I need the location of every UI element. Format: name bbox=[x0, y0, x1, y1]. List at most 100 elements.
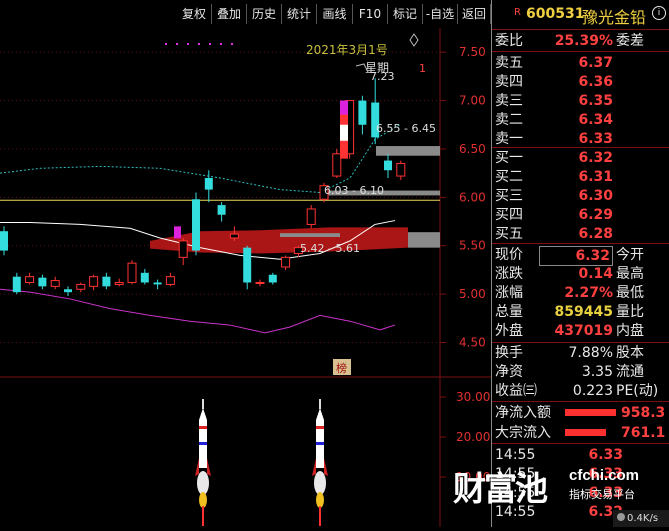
history-button[interactable]: 历史 bbox=[247, 4, 282, 24]
fund-flow-value: 958.3 bbox=[621, 405, 666, 421]
net-speed: 0.4K/s bbox=[613, 510, 669, 527]
highlight-candle-mid bbox=[340, 124, 348, 141]
stat-label-2: 内盘 bbox=[616, 323, 644, 339]
candle-body bbox=[268, 274, 277, 283]
overlay-button[interactable]: 叠加 bbox=[212, 4, 247, 24]
fund-flow-value: 761.1 bbox=[621, 425, 666, 441]
fundamental-value: 7.88% bbox=[568, 345, 613, 361]
draw-line-button[interactable]: 画线 bbox=[317, 4, 353, 24]
stat-label: 涨跌 bbox=[495, 266, 523, 282]
stat-row: 现价 6.32 今开 bbox=[495, 246, 669, 266]
bid-row[interactable]: 买四 6.29 bbox=[495, 206, 669, 224]
bid-price: 6.31 bbox=[578, 169, 613, 185]
bid-price: 6.29 bbox=[578, 207, 613, 223]
stat-label: 现价 bbox=[495, 247, 523, 263]
f10-button[interactable]: F10 bbox=[353, 4, 388, 24]
fundamental-value: 3.35 bbox=[581, 364, 613, 380]
bid-price: 6.28 bbox=[578, 226, 613, 242]
fundamental-label: 换手 bbox=[495, 345, 523, 361]
fund-flow-bar bbox=[565, 429, 606, 436]
divider bbox=[492, 342, 669, 343]
indicator-cloud-band bbox=[150, 227, 408, 254]
stat-value: 2.27% bbox=[564, 285, 613, 301]
indicator-gray-block bbox=[408, 232, 440, 248]
ask-row[interactable]: 卖三 6.35 bbox=[495, 92, 669, 110]
bid-row[interactable]: 买三 6.30 bbox=[495, 187, 669, 205]
candle-body bbox=[243, 247, 252, 283]
date-annotation: 2021年3月1号 bbox=[306, 43, 388, 57]
bid-label: 买五 bbox=[495, 226, 523, 242]
fundamental-row: 净资 3.35 流通 bbox=[495, 363, 669, 381]
candle-body bbox=[127, 262, 137, 283]
rights-badge: R bbox=[514, 7, 521, 18]
stat-label-2: 最高 bbox=[616, 266, 644, 282]
candle-body bbox=[358, 100, 367, 125]
fundamental-label-2: PE(动) bbox=[616, 383, 659, 399]
ask-price: 6.34 bbox=[578, 112, 613, 128]
candle-body bbox=[50, 280, 60, 287]
ask-row[interactable]: 卖二 6.34 bbox=[495, 111, 669, 129]
info-icon[interactable]: i bbox=[652, 6, 666, 20]
candle-body bbox=[204, 177, 213, 190]
fund-flow-label: 净流入额 bbox=[495, 405, 551, 421]
stat-value: 6.32 bbox=[539, 246, 613, 266]
candle-body bbox=[332, 153, 342, 177]
watermark-brand: 财富池 bbox=[453, 470, 548, 507]
price-axis-label: 6.00 bbox=[459, 190, 486, 204]
ask-price: 6.36 bbox=[578, 74, 613, 90]
candle-body bbox=[384, 160, 392, 171]
ask-label: 卖一 bbox=[495, 131, 523, 147]
ask-row[interactable]: 卖四 6.36 bbox=[495, 73, 669, 91]
magenta-line bbox=[0, 288, 396, 334]
bid-price: 6.32 bbox=[578, 150, 613, 166]
remove-watchlist-button[interactable]: -自选 bbox=[423, 4, 458, 24]
mark-button[interactable]: 标记 bbox=[388, 4, 423, 24]
weekday-value: 1 bbox=[419, 62, 426, 75]
ask-row[interactable]: 卖一 6.33 bbox=[495, 130, 669, 148]
stat-label-2: 今开 bbox=[616, 247, 644, 263]
ask-row[interactable]: 卖五 6.37 bbox=[495, 54, 669, 72]
fundamental-label-2: 股本 bbox=[616, 345, 644, 361]
stock-name: 豫光金铅 bbox=[582, 8, 647, 27]
candle-body bbox=[114, 281, 124, 285]
statistics-button[interactable]: 统计 bbox=[282, 4, 317, 24]
kline-chart[interactable]: 7.507.006.506.005.505.004.502021年3月1号星期 1… bbox=[0, 28, 491, 527]
fund-flow-row: 大宗流入 761.1 bbox=[495, 424, 669, 442]
watermark-slogan: 指标交易平台 bbox=[569, 489, 635, 501]
stock-header: R 600531 豫光金铅 i bbox=[492, 0, 669, 28]
high-price-label: 7.23 bbox=[370, 70, 395, 83]
signal-dot bbox=[220, 43, 222, 45]
signal-dot bbox=[187, 43, 189, 45]
stat-label-2: 最低 bbox=[616, 285, 644, 301]
chart-toolbar: 复权 叠加 历史 统计 画线 F10 标记 -自选 返回 bbox=[0, 0, 491, 28]
ask-price: 6.37 bbox=[578, 55, 613, 71]
bid-label: 买二 bbox=[495, 169, 523, 185]
speed-value: 0.4K/s bbox=[627, 513, 659, 524]
fundamental-label: 净资 bbox=[495, 364, 523, 380]
bid-row[interactable]: 买二 6.31 bbox=[495, 168, 669, 186]
signal-dot bbox=[198, 43, 200, 45]
fundamental-row: 换手 7.88% 股本 bbox=[495, 344, 669, 362]
back-button[interactable]: 返回 bbox=[458, 4, 491, 24]
network-icon bbox=[617, 513, 625, 521]
bid-row[interactable]: 买一 6.32 bbox=[495, 149, 669, 167]
bid-row[interactable]: 买五 6.28 bbox=[495, 225, 669, 243]
indicator-gray-block bbox=[280, 233, 340, 238]
candle-body bbox=[396, 162, 406, 177]
signal-dot bbox=[165, 43, 167, 45]
signal-dot bbox=[231, 43, 233, 45]
candle-body bbox=[178, 240, 188, 258]
watermark: 财富池 cfchi.com 指标交易平台 bbox=[453, 462, 663, 508]
price-axis-label: 5.50 bbox=[459, 239, 486, 253]
ask-price: 6.35 bbox=[578, 93, 613, 109]
stat-label: 总量 bbox=[495, 304, 523, 320]
stat-label: 外盘 bbox=[495, 323, 523, 339]
range-label-upper: 6.55 - 6.45 bbox=[376, 122, 436, 135]
divider bbox=[492, 147, 669, 148]
diamond-icon bbox=[409, 33, 419, 47]
candle-body bbox=[255, 281, 265, 284]
candle-body bbox=[217, 205, 226, 215]
restore-rights-button[interactable]: 复权 bbox=[177, 4, 212, 24]
kline-chart-area[interactable]: 7.50 7.00 6.50 6.00 5.50 5.00 4.50 2021年3月1号 星期 1… bbox=[0, 28, 491, 527]
stat-row: 涨幅 2.27% 最低 bbox=[495, 284, 669, 302]
